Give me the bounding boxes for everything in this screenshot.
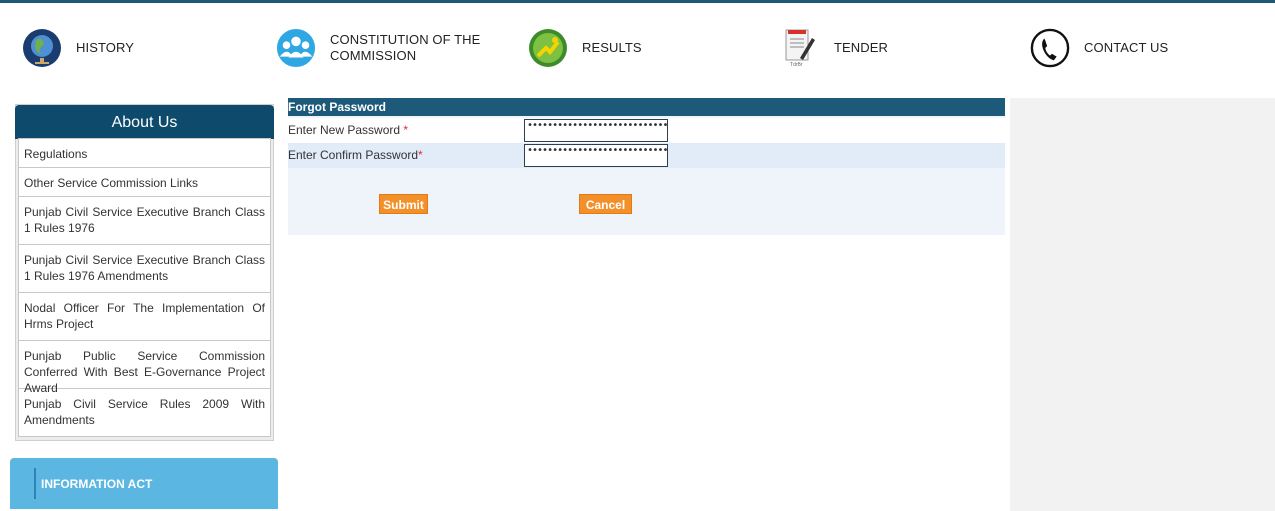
sidebar: About Us Regulations Other Service Commi… — [15, 104, 274, 441]
sidebar-item-pcs-executive-rules-1976[interactable]: Punjab Civil Service Executive Branch Cl… — [18, 196, 271, 245]
nav-label-constitution: CONSTITUTION OF THE COMMISSION — [330, 32, 480, 64]
nav-label-constitution-line1: CONSTITUTION OF THE — [330, 32, 481, 47]
sidebar-item-regulations[interactable]: Regulations — [18, 138, 271, 168]
cancel-button[interactable]: Cancel — [579, 194, 632, 214]
information-act-divider — [34, 468, 36, 499]
new-password-label-text: Enter New Password — [288, 123, 401, 137]
nav-contact-us[interactable]: CONTACT US — [1030, 20, 1168, 76]
submit-button[interactable]: Submit — [379, 194, 428, 214]
svg-text:TdrBr: TdrBr — [790, 62, 803, 68]
nav-label-constitution-line2: COMMISSION — [330, 48, 417, 63]
forgot-password-form: Forgot Password Enter New Password * •••… — [288, 98, 1005, 235]
nav-label-tender: TENDER — [834, 40, 889, 55]
confirm-password-input[interactable]: •••••••••••••••••••••••••••••••••• — [524, 144, 668, 167]
sidebar-item-pcs-rules-2009[interactable]: Punjab Civil Service Rules 2009 With Ame… — [18, 388, 271, 437]
nav-constitution[interactable]: CONSTITUTION OF THE COMMISSION — [276, 20, 480, 76]
information-act-label: INFORMATION ACT — [41, 477, 153, 491]
top-rule — [0, 0, 1275, 3]
required-marker: * — [418, 148, 423, 162]
sidebar-item-pcs-executive-rules-1976-amendments[interactable]: Punjab Civil Service Executive Branch Cl… — [18, 244, 271, 293]
globe-icon — [22, 28, 62, 68]
nav-tender[interactable]: TdrBr TENDER — [780, 20, 888, 76]
results-icon — [528, 28, 568, 68]
nav-results[interactable]: RESULTS — [528, 20, 642, 76]
nav-label-contact-us: CONTACT US — [1084, 40, 1169, 55]
confirm-password-row: Enter Confirm Password* ••••••••••••••••… — [288, 143, 1005, 168]
confirm-password-label: Enter Confirm Password* — [288, 148, 423, 162]
required-marker: * — [403, 123, 409, 137]
new-password-input[interactable]: •••••••••••••••••••••••••••••••••• — [524, 119, 668, 142]
phone-icon — [1030, 28, 1070, 68]
people-icon — [276, 28, 316, 68]
sidebar-item-other-service-commission-links[interactable]: Other Service Commission Links — [18, 167, 271, 197]
right-panel — [1010, 98, 1275, 511]
about-us-header: About Us — [15, 105, 274, 139]
sidebar-item-nodal-officer-hrms[interactable]: Nodal Officer For The Implementation Of … — [18, 292, 271, 341]
new-password-row: Enter New Password * •••••••••••••••••••… — [288, 118, 1005, 143]
document-pen-icon: TdrBr — [780, 28, 820, 68]
nav-label-results: RESULTS — [582, 40, 642, 55]
sidebar-item-e-governance-award[interactable]: Punjab Public Service Commission Conferr… — [18, 340, 271, 395]
nav-history[interactable]: HISTORY — [22, 20, 134, 76]
new-password-label: Enter New Password * — [288, 123, 408, 137]
information-act-button[interactable]: INFORMATION ACT — [10, 458, 278, 509]
about-us-panel: About Us Regulations Other Service Commi… — [15, 104, 274, 441]
form-title: Forgot Password — [288, 98, 1005, 116]
nav-label-history: HISTORY — [76, 40, 135, 55]
confirm-password-label-text: Enter Confirm Password — [288, 148, 419, 162]
